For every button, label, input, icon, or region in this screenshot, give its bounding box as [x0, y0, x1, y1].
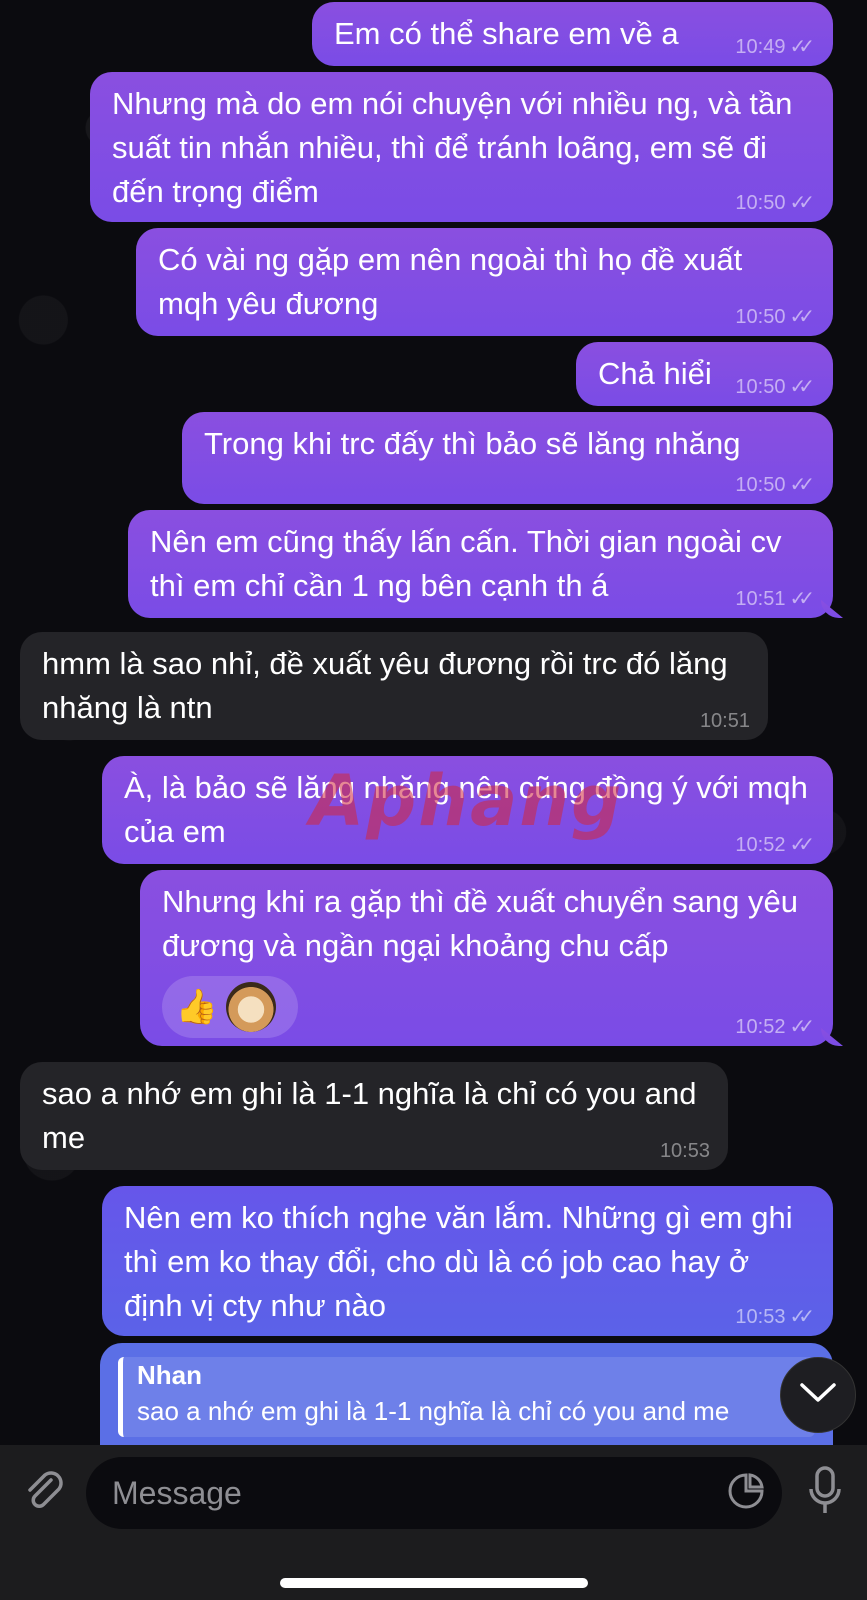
home-indicator	[280, 1578, 588, 1588]
message-outgoing[interactable]: Em có thể share em về a 10:49 ✓✓	[312, 2, 833, 66]
reply-author: Nhan	[137, 1360, 202, 1390]
thumbs-up-icon[interactable]: 👍	[172, 985, 222, 1029]
watermark-logo: Aphang	[310, 760, 624, 842]
message-meta: 10:52 ✓✓	[735, 1016, 815, 1038]
reactions-bar[interactable]: 👍	[162, 976, 298, 1038]
reply-text: sao a nhớ em ghi là 1-1 nghĩa là chỉ có …	[137, 1396, 730, 1426]
message-incoming[interactable]: hmm là sao nhỉ, đề xuất yêu đương rồi tr…	[20, 632, 768, 740]
message-outgoing[interactable]: Nên em cũng thấy lấn cấn. Thời gian ngoà…	[128, 510, 833, 618]
attach-button[interactable]	[18, 1467, 70, 1519]
message-time: 10:52	[735, 834, 786, 856]
message-text: Nên em cũng thấy lấn cấn. Thời gian ngoà…	[150, 524, 791, 603]
read-check-icon: ✓✓	[789, 306, 814, 328]
scroll-down-button[interactable]	[780, 1357, 856, 1433]
microphone-icon	[807, 1465, 843, 1522]
message-input-container[interactable]	[86, 1457, 782, 1529]
sticker-button[interactable]	[724, 1471, 768, 1515]
message-outgoing-with-reply[interactable]: Nhan sao a nhớ em ghi là 1-1 nghĩa là ch…	[100, 1343, 833, 1445]
message-outgoing[interactable]: Chả hiểi 10:50 ✓✓	[576, 342, 833, 406]
message-text: Em có thể share em về a	[334, 16, 679, 51]
message-outgoing[interactable]: Nên em ko thích nghe văn lắm. Những gì e…	[102, 1186, 833, 1336]
message-meta: 10:50 ✓✓	[735, 376, 815, 398]
message-time: 10:50	[735, 474, 786, 496]
message-time: 10:51	[699, 710, 750, 732]
message-time: 10:51	[735, 588, 786, 610]
read-check-icon: ✓✓	[789, 834, 814, 856]
message-text: hmm là sao nhỉ, đề xuất yêu đương rồi tr…	[42, 646, 737, 725]
voice-record-button[interactable]	[800, 1465, 850, 1521]
read-check-icon: ✓✓	[789, 588, 814, 610]
sticker-icon	[726, 1471, 766, 1516]
message-time: 10:50	[735, 376, 786, 398]
chevron-down-icon	[799, 1382, 837, 1409]
read-check-icon: ✓✓	[789, 376, 814, 398]
message-meta: 10:52 ✓✓	[735, 834, 815, 856]
message-time: 10:50	[735, 306, 786, 328]
message-text: Nhưng khi ra gặp thì đề xuất chuyển sang…	[162, 884, 807, 963]
message-input[interactable]	[112, 1474, 692, 1512]
message-text: Nên em ko thích nghe văn lắm. Những gì e…	[124, 1200, 802, 1323]
message-list[interactable]: Em có thể share em về a 10:49 ✓✓ Nhưng m…	[0, 0, 867, 1445]
read-check-icon: ✓✓	[789, 1016, 814, 1038]
message-outgoing[interactable]: Trong khi trc đấy thì bảo sẽ lăng nhăng …	[182, 412, 833, 504]
message-meta: 10:53	[660, 1140, 710, 1162]
message-meta: 10:50 ✓✓	[735, 192, 815, 214]
message-meta: 10:53 ✓✓	[735, 1306, 815, 1328]
paperclip-icon	[21, 1468, 67, 1519]
message-incoming[interactable]: sao a nhớ em ghi là 1-1 nghĩa là chỉ có …	[20, 1062, 728, 1170]
message-text: sao a nhớ em ghi là 1-1 nghĩa là chỉ có …	[42, 1076, 706, 1155]
message-meta: 10:50 ✓✓	[735, 306, 815, 328]
read-check-icon: ✓✓	[789, 36, 814, 58]
message-text: Trong khi trc đấy thì bảo sẽ lăng nhăng	[204, 426, 741, 461]
message-meta: 10:51	[700, 710, 750, 732]
message-time: 10:50	[735, 192, 786, 214]
read-check-icon: ✓✓	[789, 474, 814, 496]
message-meta: 10:49 ✓✓	[735, 36, 815, 58]
message-time: 10:49	[735, 36, 786, 58]
message-outgoing[interactable]: Nhưng khi ra gặp thì đề xuất chuyển sang…	[140, 870, 833, 1046]
message-time: 10:53	[659, 1140, 710, 1162]
message-time: 10:53	[735, 1306, 786, 1328]
message-text: Chả hiểi	[598, 356, 712, 391]
message-text: Nhưng mà do em nói chuyện với nhiều ng, …	[112, 86, 802, 209]
avatar	[226, 982, 276, 1032]
read-check-icon: ✓✓	[789, 192, 814, 214]
message-outgoing[interactable]: Có vài ng gặp em nên ngoài thì họ đề xuấ…	[136, 228, 833, 336]
message-meta: 10:51 ✓✓	[735, 588, 815, 610]
message-text: Có vài ng gặp em nên ngoài thì họ đề xuấ…	[158, 242, 751, 321]
message-meta: 10:50 ✓✓	[735, 474, 815, 496]
read-check-icon: ✓✓	[789, 1306, 814, 1328]
message-outgoing[interactable]: Nhưng mà do em nói chuyện với nhiều ng, …	[90, 72, 833, 222]
message-time: 10:52	[735, 1016, 786, 1038]
message-composer	[0, 1445, 867, 1600]
reply-quote[interactable]: Nhan sao a nhớ em ghi là 1-1 nghĩa là ch…	[118, 1357, 815, 1437]
